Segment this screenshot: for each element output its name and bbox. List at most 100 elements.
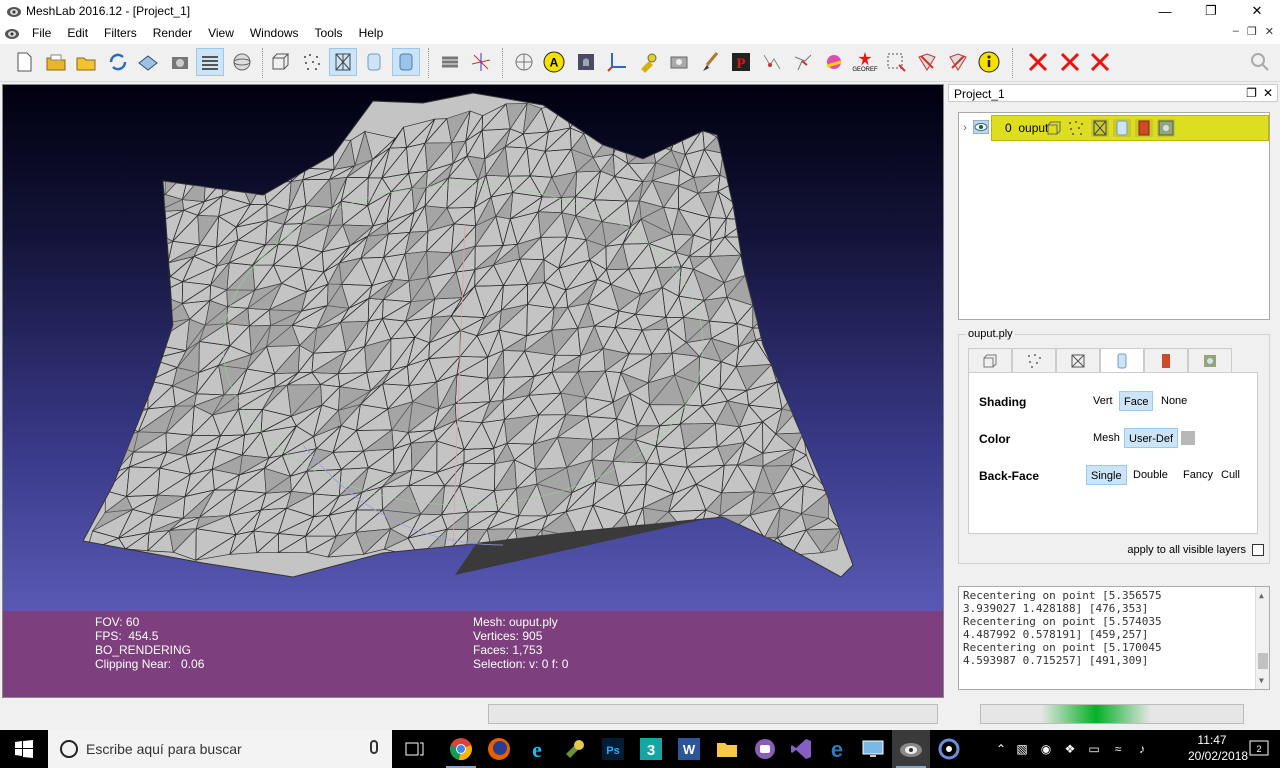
backface-double-option[interactable]: Double bbox=[1129, 465, 1172, 485]
bbox-icon[interactable] bbox=[266, 48, 294, 76]
layers-icon[interactable] bbox=[196, 48, 224, 76]
reload-icon[interactable] bbox=[104, 48, 132, 76]
shading-face-option[interactable]: Face bbox=[1119, 391, 1154, 411]
chrome-icon[interactable] bbox=[442, 730, 480, 768]
backface-cull-option[interactable]: Cull bbox=[1217, 465, 1244, 485]
volume-icon[interactable]: ♪ bbox=[1130, 742, 1154, 756]
apply-all-row[interactable]: apply to all visible layers bbox=[1127, 544, 1264, 556]
network-adapter-icon[interactable]: ▧ bbox=[1010, 742, 1034, 756]
select-vertices-icon[interactable] bbox=[758, 48, 786, 76]
battery-icon[interactable]: ▭ bbox=[1082, 742, 1106, 756]
greenshot-icon[interactable] bbox=[556, 730, 594, 768]
flat-shading-icon[interactable] bbox=[360, 48, 388, 76]
scroll-down-icon[interactable]: ▼ bbox=[1259, 674, 1264, 687]
word-icon[interactable]: W bbox=[670, 730, 708, 768]
brush-icon[interactable] bbox=[696, 48, 724, 76]
color-mesh-option[interactable]: Mesh bbox=[1089, 428, 1124, 448]
axis-icon[interactable] bbox=[603, 48, 631, 76]
layer-wireframe-icon[interactable] bbox=[1091, 119, 1109, 137]
minimize-button[interactable]: — bbox=[1142, 0, 1188, 22]
layer-settings-icon[interactable] bbox=[1157, 119, 1175, 137]
annotation-icon[interactable]: A bbox=[540, 48, 568, 76]
menu-help[interactable]: Help bbox=[351, 22, 392, 44]
tab-fill[interactable] bbox=[1100, 348, 1144, 373]
menu-file[interactable]: File bbox=[24, 22, 59, 44]
dock-close-button[interactable]: ✕ bbox=[1263, 86, 1273, 100]
tab-points[interactable] bbox=[1012, 348, 1056, 372]
task-view-icon[interactable] bbox=[396, 730, 434, 768]
menu-edit[interactable]: Edit bbox=[59, 22, 96, 44]
color-swatch[interactable] bbox=[1181, 431, 1195, 445]
dropbox-icon[interactable]: ❖ bbox=[1058, 742, 1082, 756]
scroll-thumb[interactable] bbox=[1258, 653, 1268, 669]
texture-icon[interactable] bbox=[572, 48, 600, 76]
delete-faces-icon[interactable] bbox=[944, 48, 972, 76]
show-hidden-icons-icon[interactable]: ⌃ bbox=[992, 742, 1010, 756]
save-icon[interactable] bbox=[134, 48, 162, 76]
shading-vert-option[interactable]: Vert bbox=[1089, 391, 1117, 411]
3ds-max-icon[interactable]: 3 bbox=[632, 730, 670, 768]
maximize-button[interactable]: ❐ bbox=[1188, 0, 1234, 22]
select-faces-icon[interactable] bbox=[789, 48, 817, 76]
firefox-icon[interactable] bbox=[480, 730, 518, 768]
notifications-icon[interactable]: 2 bbox=[1240, 730, 1278, 768]
internet-explorer-icon[interactable]: e bbox=[518, 730, 556, 768]
snapshot-icon[interactable] bbox=[166, 48, 194, 76]
open-project-icon[interactable] bbox=[42, 48, 70, 76]
microphone-icon[interactable] bbox=[370, 740, 378, 754]
log-scrollbar[interactable]: ▲ ▼ bbox=[1255, 587, 1269, 689]
shading-none-option[interactable]: None bbox=[1157, 391, 1191, 411]
new-project-icon[interactable] bbox=[10, 48, 38, 76]
mdi-minimize-button[interactable]: – bbox=[1233, 25, 1239, 38]
tab-texture[interactable] bbox=[1144, 348, 1188, 372]
mdi-document-icon[interactable] bbox=[4, 25, 20, 41]
pick-points-icon[interactable]: P bbox=[727, 48, 755, 76]
menu-view[interactable]: View bbox=[200, 22, 242, 44]
edge-icon[interactable]: e bbox=[818, 730, 856, 768]
meshlab-taskbar-icon[interactable] bbox=[892, 730, 930, 768]
wifi-icon[interactable]: ≈ bbox=[1106, 742, 1130, 756]
measure-icon[interactable] bbox=[510, 48, 538, 76]
visibility-eye-icon[interactable] bbox=[973, 120, 989, 134]
visual-studio-icon[interactable] bbox=[782, 730, 820, 768]
layer-points-icon[interactable] bbox=[1067, 119, 1085, 137]
smooth-shading-icon[interactable] bbox=[392, 48, 420, 76]
wireframe-icon[interactable] bbox=[329, 48, 357, 76]
remove-1-icon[interactable] bbox=[1024, 48, 1052, 76]
layer-bbox-icon[interactable] bbox=[1045, 119, 1063, 137]
file-explorer-icon[interactable] bbox=[708, 730, 746, 768]
info-icon[interactable] bbox=[975, 48, 1003, 76]
menu-filters[interactable]: Filters bbox=[96, 22, 145, 44]
trackball-icon[interactable] bbox=[228, 48, 256, 76]
points-icon[interactable] bbox=[298, 48, 326, 76]
taskbar-clock[interactable]: 11:47 20/02/2018 bbox=[1188, 732, 1248, 764]
mesh-edit-icon[interactable] bbox=[820, 48, 848, 76]
search-icon[interactable] bbox=[1246, 48, 1274, 76]
color-icon[interactable] bbox=[436, 48, 464, 76]
photo-icon[interactable] bbox=[665, 48, 693, 76]
photoshop-icon[interactable]: Ps bbox=[594, 730, 632, 768]
mdi-close-button[interactable]: ✕ bbox=[1265, 25, 1274, 38]
remove-2-icon[interactable] bbox=[1056, 48, 1084, 76]
backface-fancy-option[interactable]: Fancy bbox=[1179, 465, 1217, 485]
defender-icon[interactable]: ◉ bbox=[1034, 742, 1058, 756]
scroll-up-icon[interactable]: ▲ bbox=[1259, 589, 1264, 602]
menu-windows[interactable]: Windows bbox=[242, 22, 307, 44]
app-purple-icon[interactable] bbox=[746, 730, 784, 768]
delete-vertices-icon[interactable] bbox=[913, 48, 941, 76]
tab-bbox[interactable] bbox=[968, 348, 1012, 372]
mdi-restore-button[interactable]: ❐ bbox=[1247, 25, 1257, 38]
expand-chevron-icon[interactable]: › bbox=[959, 122, 971, 134]
layer-texture-icon[interactable] bbox=[1135, 119, 1153, 137]
close-window-button[interactable]: ✕ bbox=[1234, 0, 1280, 22]
3d-viewport[interactable]: FOV: 60 FPS: 454.5 BO_RENDERING Clipping… bbox=[2, 84, 944, 698]
menu-tools[interactable]: Tools bbox=[307, 22, 351, 44]
log-area[interactable]: Recentering on point [5.356575 3.939027 … bbox=[958, 586, 1270, 690]
paint-icon[interactable] bbox=[634, 48, 662, 76]
backface-single-option[interactable]: Single bbox=[1086, 465, 1127, 485]
app-blue-ring-icon[interactable] bbox=[930, 730, 968, 768]
start-button[interactable] bbox=[0, 730, 48, 768]
color-userdef-option[interactable]: User-Def bbox=[1124, 428, 1179, 448]
layer-shading-icon[interactable] bbox=[1113, 119, 1131, 137]
tab-wireframe[interactable] bbox=[1056, 348, 1100, 372]
